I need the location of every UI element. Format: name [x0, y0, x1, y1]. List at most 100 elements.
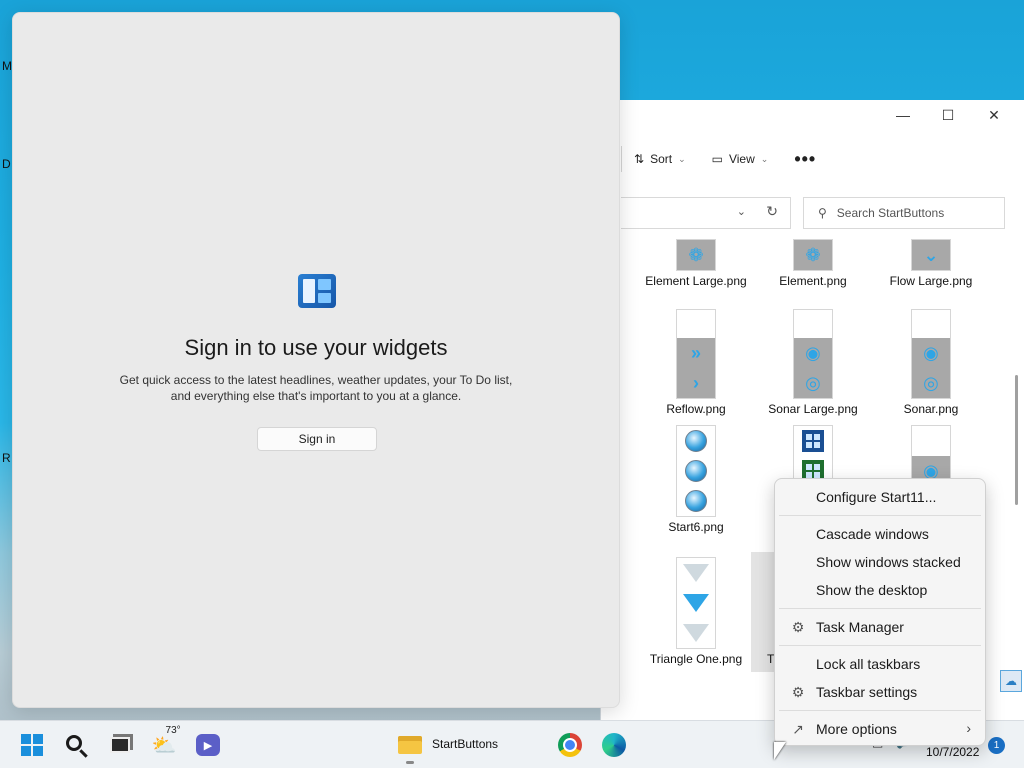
- windows-logo-icon: [802, 430, 824, 452]
- edge-icon: [602, 733, 626, 757]
- weather-temperature: 73°: [165, 724, 181, 736]
- menu-item-task-manager[interactable]: ⚙ Task Manager: [775, 613, 985, 641]
- menu-item-cascade-windows[interactable]: Cascade windows: [775, 520, 985, 548]
- reflow-glyph-icon: »: [690, 342, 701, 363]
- file-item[interactable]: ⌄ Flow Large.png: [876, 240, 986, 289]
- menu-item-label: Task Manager: [816, 619, 904, 635]
- taskbar-app-label[interactable]: StartButtons: [432, 737, 498, 751]
- file-item[interactable]: ❁ Element Large.png: [641, 240, 751, 289]
- file-name: Start6.png: [668, 520, 724, 534]
- menu-item-label: Lock all taskbars: [816, 656, 921, 672]
- file-explorer-taskbar-button[interactable]: [394, 729, 426, 761]
- file-item[interactable]: ◉ ◎ Sonar Large.png: [758, 310, 868, 417]
- task-manager-icon: ⚙: [791, 618, 805, 635]
- preview-pane-icon[interactable]: ☁: [1000, 670, 1022, 692]
- search-icon: [66, 735, 82, 751]
- widgets-panel: Sign in to use your widgets Get quick ac…: [12, 12, 620, 708]
- view-button[interactable]: ▭ View ⌄: [712, 152, 769, 166]
- menu-divider: [779, 608, 981, 609]
- desktop-icon-label: D: [2, 157, 11, 171]
- more-options-icon: ↗: [792, 720, 804, 737]
- menu-item-label: Show the desktop: [816, 582, 928, 598]
- edge-button[interactable]: [598, 729, 630, 761]
- task-view-button[interactable]: [104, 729, 136, 761]
- notification-badge[interactable]: 1: [988, 737, 1005, 754]
- address-history-chevron-icon[interactable]: ⌄: [737, 205, 746, 218]
- menu-item-label: Show windows stacked: [816, 554, 961, 570]
- taskbar-context-menu: Configure Start11... Cascade windows Sho…: [774, 478, 986, 746]
- start-button[interactable]: [16, 729, 48, 761]
- start-orb-icon: [685, 490, 707, 512]
- file-name: Flow Large.png: [889, 274, 973, 288]
- menu-divider: [779, 710, 981, 711]
- menu-divider: [779, 515, 981, 516]
- menu-item-configure-start11[interactable]: Configure Start11...: [775, 483, 985, 511]
- file-item[interactable]: » › Reflow.png: [641, 310, 751, 417]
- more-button[interactable]: •••: [794, 150, 816, 168]
- sort-icon: ⇅: [634, 152, 645, 166]
- sonar-glyph-icon: ◉: [923, 342, 939, 363]
- widgets-logo-icon: [298, 274, 336, 308]
- chevron-down-icon: ⌄: [760, 153, 769, 164]
- folder-icon: [398, 736, 422, 754]
- menu-item-taskbar-settings[interactable]: ⚙ Taskbar settings: [775, 678, 985, 706]
- maximize-button[interactable]: ☐: [933, 107, 963, 127]
- menu-item-lock-all-taskbars[interactable]: Lock all taskbars: [775, 650, 985, 678]
- triangle-icon: [683, 624, 709, 642]
- view-label: View: [728, 152, 755, 166]
- minimize-button[interactable]: —: [888, 107, 918, 127]
- teams-chat-icon: ▶: [196, 734, 220, 756]
- element-glyph-icon: ❁: [805, 244, 821, 265]
- element-glyph-icon: ❁: [688, 244, 704, 265]
- chat-button[interactable]: ▶: [192, 729, 224, 761]
- menu-item-label: Configure Start11...: [816, 489, 937, 505]
- menu-item-label: Taskbar settings: [816, 684, 918, 700]
- search-icon: ⚲: [818, 206, 827, 220]
- sonar-glyph-icon: ◉: [805, 342, 821, 363]
- sonar-glyph-icon: ◉: [923, 460, 939, 481]
- file-name: Reflow.png: [666, 402, 726, 416]
- sign-in-button[interactable]: Sign in: [257, 427, 377, 451]
- chrome-button[interactable]: [554, 729, 586, 761]
- widgets-description: Get quick access to the latest headlines…: [119, 373, 513, 403]
- title-bar: — ☐ ✕: [601, 100, 1024, 133]
- taskbar-date[interactable]: 10/7/2022: [926, 745, 979, 759]
- file-thumbnail: [677, 426, 715, 516]
- file-item[interactable]: Start6.png: [641, 426, 751, 535]
- chevron-right-icon: ›: [966, 720, 971, 736]
- reflow-glyph-icon: ›: [693, 372, 699, 393]
- file-thumbnail: » ›: [677, 310, 715, 398]
- search-placeholder: Search StartButtons: [836, 206, 945, 220]
- file-item[interactable]: ◉ ◎ Sonar.png: [876, 310, 986, 417]
- mouse-cursor-icon: [774, 742, 786, 760]
- file-thumbnail: ◉: [912, 426, 950, 486]
- file-name: Sonar.png: [903, 402, 959, 416]
- file-item[interactable]: ❁ Element.png: [758, 240, 868, 289]
- file-name: Triangle One.png: [649, 652, 743, 666]
- refresh-icon[interactable]: ↻: [766, 203, 778, 220]
- triangle-icon: [683, 594, 709, 612]
- sonar-glyph-icon: ◎: [923, 372, 939, 393]
- menu-divider: [779, 645, 981, 646]
- widgets-button[interactable]: ⛅ 73°: [148, 725, 181, 761]
- scrollbar-thumb[interactable]: [1015, 375, 1018, 505]
- file-thumbnail: ❁: [677, 240, 715, 270]
- file-item[interactable]: Triangle One.png: [641, 558, 751, 667]
- menu-item-show-desktop[interactable]: Show the desktop: [775, 576, 985, 604]
- search-input[interactable]: ⚲ Search StartButtons: [803, 197, 1005, 229]
- file-name: Element.png: [779, 274, 847, 288]
- windows-start-icon: [21, 734, 43, 756]
- menu-item-more-options[interactable]: ↗ More options ›: [775, 715, 985, 743]
- chrome-icon: [558, 733, 582, 757]
- menu-item-show-windows-stacked[interactable]: Show windows stacked: [775, 548, 985, 576]
- file-thumbnail: ❁: [794, 240, 832, 270]
- start-orb-icon: [685, 460, 707, 482]
- close-button[interactable]: ✕: [979, 107, 1009, 127]
- command-bar: ⇅ Sort ⌄ ▭ View ⌄ •••: [621, 143, 1024, 175]
- address-bar[interactable]: ⌄ ↻: [621, 197, 791, 229]
- triangle-icon: [683, 564, 709, 582]
- view-icon: ▭: [711, 152, 723, 166]
- search-button[interactable]: [60, 729, 92, 761]
- sort-label: Sort: [650, 152, 673, 166]
- sort-button[interactable]: ⇅ Sort ⌄: [634, 152, 686, 166]
